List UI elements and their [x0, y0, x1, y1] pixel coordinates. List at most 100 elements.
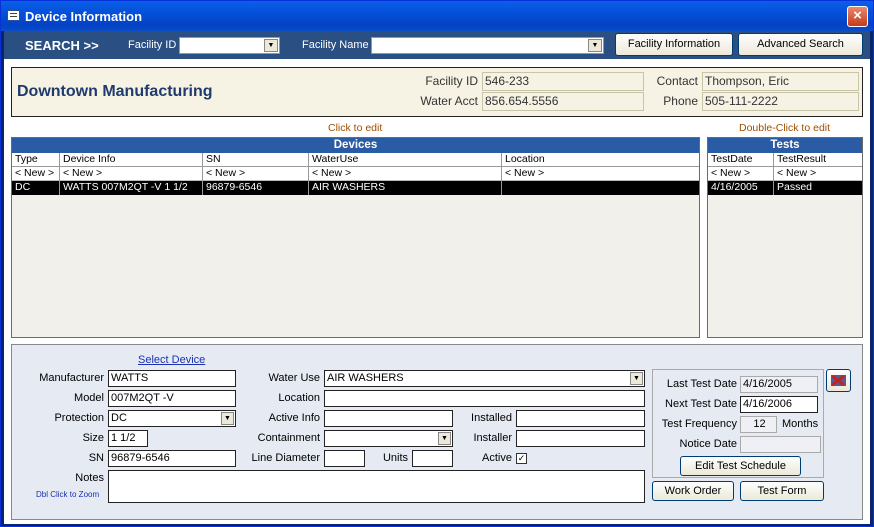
column-divider — [308, 153, 309, 195]
work-order-button[interactable]: Work Order — [652, 481, 734, 501]
test-result-cell[interactable]: Passed — [774, 181, 862, 194]
water-acct-label: Water Acct — [420, 94, 478, 108]
installer-field[interactable] — [516, 430, 645, 447]
title-bar: Device Information × — [1, 1, 873, 31]
notice-date-field — [740, 436, 821, 453]
column-header[interactable]: TestResult — [774, 153, 862, 166]
manufacturer-label: Manufacturer — [39, 372, 104, 384]
facility-information-button[interactable]: Facility Information — [615, 33, 733, 56]
chevron-down-icon[interactable]: ▼ — [630, 372, 643, 385]
facility-id-label: Facility ID — [128, 39, 177, 51]
tests-header-row: TestDate TestResult — [708, 153, 862, 167]
facility-id-combo[interactable]: ▼ — [179, 37, 280, 54]
new-cell[interactable]: < New > — [12, 167, 60, 180]
location-field[interactable] — [324, 390, 645, 407]
notes-field[interactable] — [108, 470, 645, 503]
installed-field[interactable] — [516, 410, 645, 427]
test-frequency-label: Test Frequency — [661, 418, 737, 430]
location-label: Location — [278, 392, 320, 404]
table-row[interactable]: DC WATTS 007M2QT -V 1 1/2 96879-6546 AIR… — [12, 181, 699, 195]
facility-name-heading: Downtown Manufacturing — [17, 83, 213, 100]
device-detail-panel: Select Device Manufacturer WATTS Model 0… — [11, 344, 863, 520]
facility-info-panel: Downtown Manufacturing Facility ID 546-2… — [11, 67, 863, 117]
chevron-down-icon[interactable]: ▼ — [588, 39, 602, 52]
next-test-date-field[interactable]: 4/16/2006 — [740, 396, 818, 413]
advanced-search-button[interactable]: Advanced Search — [738, 33, 863, 56]
new-cell[interactable]: < New > — [774, 167, 862, 180]
test-frequency-field[interactable]: 12 — [740, 416, 777, 433]
last-test-date-label: Last Test Date — [666, 378, 737, 390]
water-acct-field: 856.654.5556 — [482, 92, 644, 111]
notes-label: Notes — [75, 472, 104, 484]
units-label: Units — [382, 452, 408, 464]
containment-combo[interactable]: ▼ — [324, 430, 453, 447]
facility-id-label: Facility ID — [425, 74, 478, 88]
active-checkbox[interactable]: ✓ — [516, 453, 527, 464]
new-cell[interactable]: < New > — [203, 167, 309, 180]
model-field[interactable]: 007M2QT -V — [108, 390, 236, 407]
tests-title: Tests — [708, 138, 862, 153]
device-type-cell[interactable]: DC — [12, 181, 60, 194]
water-use-combo[interactable]: AIR WASHERS ▼ — [324, 370, 645, 387]
device-info-cell[interactable]: WATTS 007M2QT -V 1 1/2 — [60, 181, 203, 194]
size-field[interactable]: 1 1/2 — [108, 430, 148, 447]
manufacturer-field[interactable]: WATTS — [108, 370, 236, 387]
new-cell[interactable]: < New > — [502, 167, 699, 180]
column-header[interactable]: Location — [502, 153, 699, 166]
column-header[interactable]: Device Info — [60, 153, 203, 166]
device-sn-cell[interactable]: 96879-6546 — [203, 181, 309, 194]
column-header[interactable]: Type — [12, 153, 60, 166]
new-cell[interactable]: < New > — [309, 167, 502, 180]
next-test-date-label: Next Test Date — [665, 398, 737, 410]
line-diameter-field[interactable] — [324, 450, 365, 467]
water-use-label: Water Use — [268, 372, 320, 384]
form-icon — [7, 10, 20, 21]
devices-edit-hint: Click to edit — [328, 122, 383, 134]
column-header[interactable]: WaterUse — [309, 153, 502, 166]
zoom-hint: Dbl Click to Zoom — [36, 490, 100, 499]
devices-new-row[interactable]: < New > < New > < New > < New > < New > — [12, 167, 699, 181]
chevron-down-icon[interactable]: ▼ — [438, 432, 451, 445]
installer-label: Installer — [473, 432, 512, 444]
protection-combo[interactable]: DC ▼ — [108, 410, 236, 427]
devices-title: Devices — [12, 138, 699, 153]
device-wateruse-cell[interactable]: AIR WASHERS — [309, 181, 502, 194]
test-date-cell[interactable]: 4/16/2005 — [708, 181, 774, 194]
new-cell[interactable]: < New > — [708, 167, 774, 180]
months-label: Months — [782, 418, 819, 430]
devices-grid: Type Device Info SN WaterUse Location < … — [12, 153, 699, 195]
search-bar: SEARCH >> Facility ID ▼ Facility Name ▼ … — [4, 31, 870, 59]
select-device-link[interactable]: Select Device — [138, 354, 205, 366]
sn-field[interactable]: 96879-6546 — [108, 450, 236, 467]
tests-new-row[interactable]: < New > < New > — [708, 167, 862, 181]
edit-test-schedule-button[interactable]: Edit Test Schedule — [680, 456, 801, 476]
column-divider — [773, 153, 774, 195]
tests-subform: Tests TestDate TestResult < New > < New … — [707, 137, 863, 338]
devices-header-row: Type Device Info SN WaterUse Location — [12, 153, 699, 167]
tests-grid: TestDate TestResult < New > < New > 4/16… — [708, 153, 862, 195]
chevron-down-icon[interactable]: ▼ — [264, 39, 278, 52]
facility-id-field: 546-233 — [482, 72, 644, 91]
column-divider — [202, 153, 203, 195]
last-test-date-field: 4/16/2005 — [740, 376, 818, 393]
water-use-value: AIR WASHERS — [327, 372, 404, 384]
search-label: SEARCH >> — [25, 38, 99, 53]
delete-device-button[interactable] — [826, 369, 851, 392]
table-row[interactable]: 4/16/2005 Passed — [708, 181, 862, 195]
sn-label: SN — [88, 452, 104, 464]
active-info-field[interactable] — [324, 410, 453, 427]
devices-subform: Devices Type Device Info SN WaterUse Loc… — [11, 137, 700, 338]
column-header[interactable]: TestDate — [708, 153, 774, 166]
test-form-button[interactable]: Test Form — [740, 481, 824, 501]
delete-icon — [831, 375, 846, 386]
new-cell[interactable]: < New > — [60, 167, 203, 180]
tests-edit-hint: Double-Click to edit — [739, 122, 831, 134]
column-header[interactable]: SN — [203, 153, 309, 166]
line-diameter-label: Line Diameter — [251, 452, 320, 464]
units-field[interactable] — [412, 450, 453, 467]
close-button[interactable]: × — [847, 6, 868, 27]
form-body: SEARCH >> Facility ID ▼ Facility Name ▼ … — [4, 31, 870, 524]
facility-name-combo[interactable]: ▼ — [371, 37, 604, 54]
notice-date-label: Notice Date — [679, 438, 737, 450]
device-location-cell[interactable] — [502, 181, 699, 194]
